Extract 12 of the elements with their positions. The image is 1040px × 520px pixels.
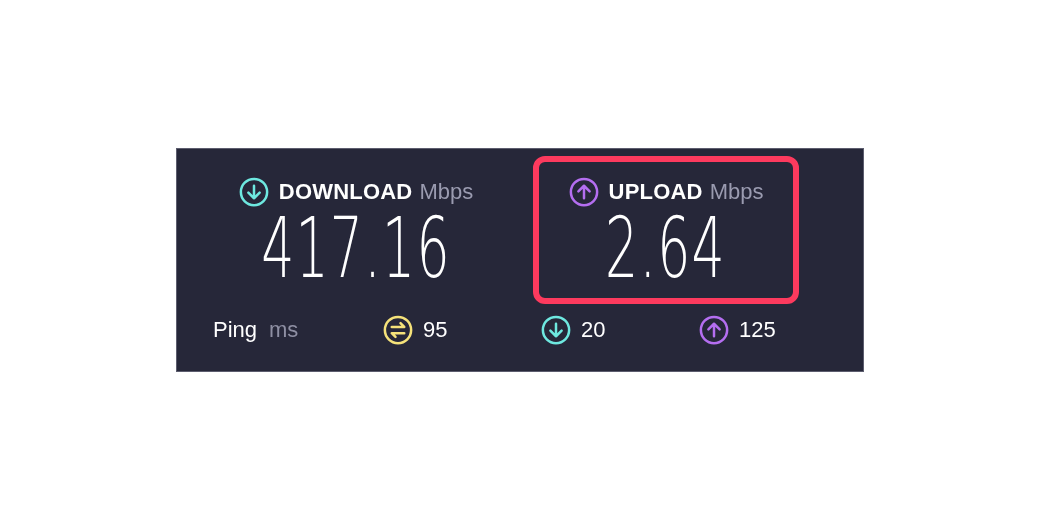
result-value: 417.16 bbox=[261, 206, 451, 290]
ping-value: 95 bbox=[423, 316, 448, 344]
unit-label: Mbps bbox=[709, 178, 764, 206]
ping-value: 20 bbox=[581, 316, 606, 344]
jitter-arrows-icon bbox=[383, 314, 413, 345]
unit-label: ms bbox=[269, 316, 299, 344]
result-label: DOWNLOAD bbox=[278, 178, 413, 206]
ping-label: Ping bbox=[213, 316, 258, 344]
ping-value: 125 bbox=[739, 316, 776, 344]
result-label: UPLOAD bbox=[608, 178, 703, 206]
result-value: 2.64 bbox=[605, 206, 727, 290]
unit-label: Mbps bbox=[419, 178, 474, 206]
